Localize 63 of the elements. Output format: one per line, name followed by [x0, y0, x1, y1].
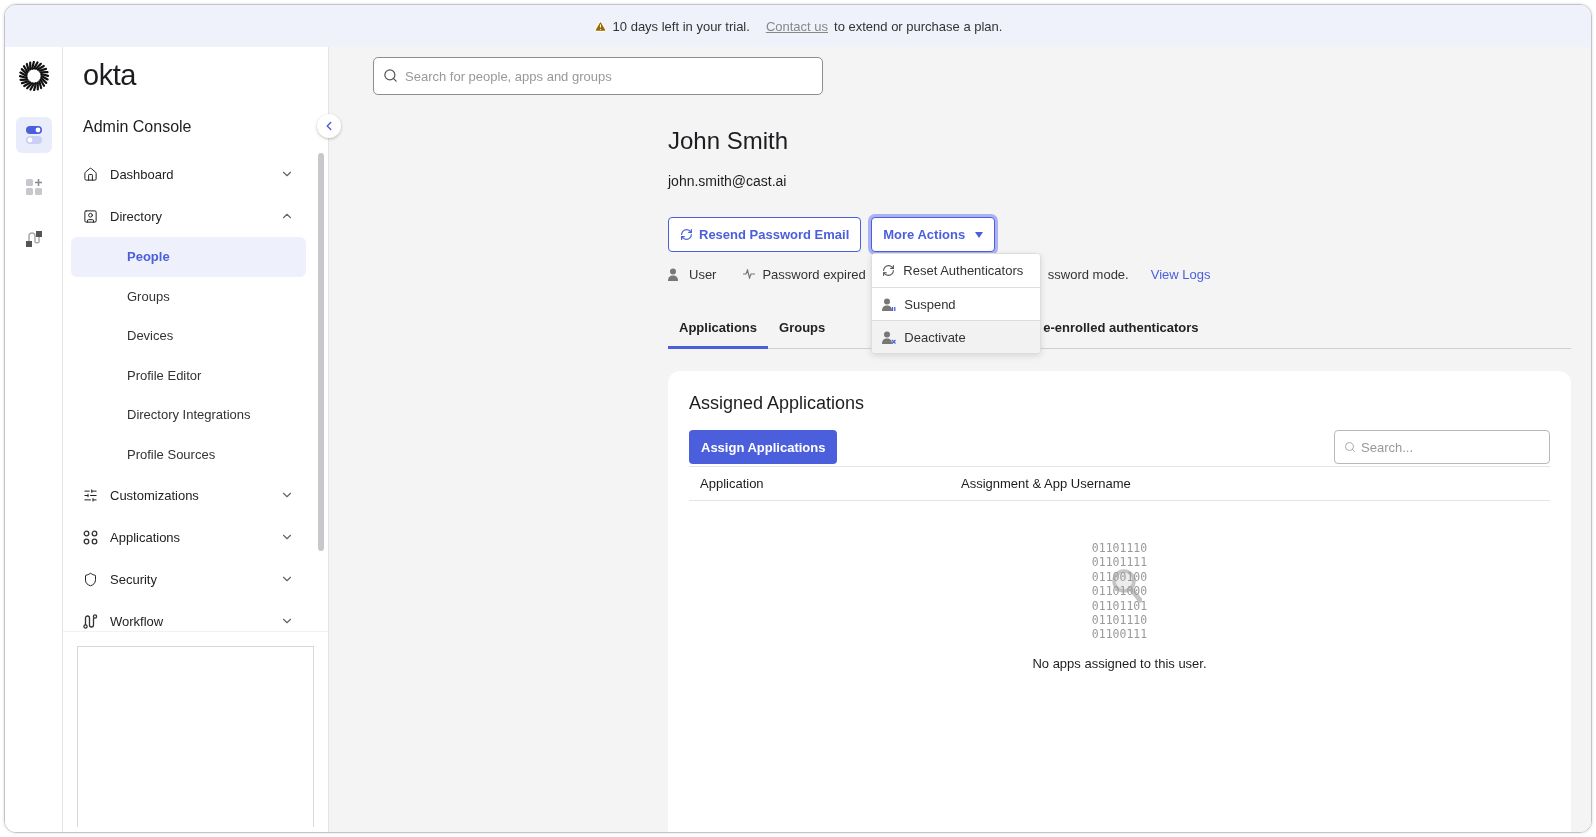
assign-applications-button[interactable]: Assign Applications	[689, 430, 838, 464]
workflow-icon	[83, 613, 98, 629]
scrollbar-thumb[interactable]	[318, 153, 324, 551]
apps-icon	[83, 529, 98, 545]
sunburst-logo-icon	[18, 61, 49, 91]
caret-icon	[975, 231, 984, 238]
refresh-icon	[680, 228, 693, 241]
menu-item[interactable]: Deactivate	[872, 320, 1041, 353]
menu-item[interactable]: Suspend	[872, 287, 1041, 320]
binary-line: 01101111	[1091, 555, 1148, 570]
binary-line: 01101110	[1091, 613, 1148, 628]
nav-subitem[interactable]: People	[71, 237, 306, 277]
grid-plus-icon	[24, 178, 43, 196]
search-icon	[1344, 441, 1356, 453]
status-text: ssword mode.	[1047, 266, 1129, 282]
home-icon	[83, 166, 98, 182]
nav-item[interactable]: Applications	[63, 516, 314, 558]
column-header: Assignment & App Username	[961, 476, 1132, 491]
binary-line: 01100111	[1091, 627, 1148, 642]
nav-subitem[interactable]: Directory Integrations	[71, 395, 306, 435]
collapse-button[interactable]	[317, 114, 341, 138]
user-remove-icon	[882, 330, 897, 344]
more-actions-button[interactable]: More Actions	[871, 217, 996, 252]
search-icon	[383, 68, 398, 83]
app-search-field[interactable]: Search...	[1334, 430, 1550, 464]
nav-item[interactable]: Dashboard	[63, 153, 314, 195]
global-search-field[interactable]: Search for people, apps and groups	[373, 57, 823, 95]
brand-logo: okta	[82, 58, 138, 93]
user-type: User	[668, 266, 717, 282]
trial-suffix: to extend or purchase a plan.	[834, 18, 1003, 34]
nav-item[interactable]: Workflow	[63, 600, 314, 631]
empty-message: No apps assigned to this user.	[1032, 655, 1207, 671]
nav-subitem[interactable]: Groups	[71, 276, 306, 316]
tab[interactable]: Applications	[668, 310, 768, 349]
menu-item[interactable]: Reset Authenticators	[872, 254, 1041, 287]
pulse-icon	[743, 269, 756, 279]
user-name: John Smith	[668, 127, 790, 155]
shield-icon	[83, 571, 98, 587]
refresh-icon	[882, 264, 896, 277]
nav-subitem[interactable]: Profile Sources	[71, 434, 306, 474]
toggle-icon	[24, 125, 43, 145]
view-logs-link[interactable]: View Logs	[1150, 266, 1211, 282]
nav-item[interactable]: Customizations	[63, 474, 314, 516]
user-pause-icon	[882, 297, 897, 311]
contact-card-icon	[83, 208, 98, 224]
warning-icon	[593, 19, 607, 33]
nav-item[interactable]: Security	[63, 558, 314, 600]
trial-message: 10 days left in your trial.	[612, 18, 750, 34]
card-title: Assigned Applications	[689, 393, 866, 414]
workflow-icon	[24, 230, 43, 248]
nav-item[interactable]: Directory	[63, 195, 314, 237]
nav-subitem[interactable]: Profile Editor	[71, 355, 306, 395]
sliders-icon	[83, 487, 98, 503]
user-email: john.smith@cast.ai	[668, 173, 788, 189]
console-title: Admin Console	[82, 117, 193, 137]
binary-line: 01101101	[1091, 598, 1148, 614]
password-status: Password expired	[743, 266, 866, 282]
rail-button[interactable]	[15, 117, 52, 153]
tab[interactable]: Groups	[768, 310, 837, 349]
column-header: Application	[700, 476, 765, 491]
resend-password-button[interactable]: Resend Password Email	[668, 217, 862, 252]
binary-line: 01101110	[1091, 541, 1148, 556]
nav-subitem[interactable]: Devices	[71, 316, 306, 356]
